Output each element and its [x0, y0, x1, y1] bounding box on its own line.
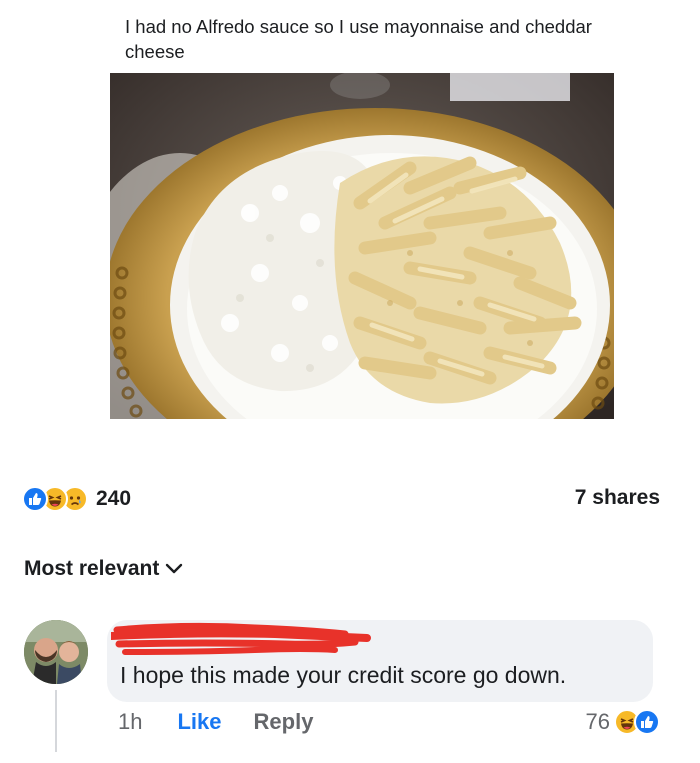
reactions-summary[interactable]: 240	[22, 484, 131, 514]
sort-label: Most relevant	[24, 557, 160, 580]
like-button[interactable]: Like	[177, 709, 221, 735]
post-photo[interactable]	[110, 73, 614, 419]
post-caption: I had no Alfredo sauce so I use mayonnai…	[125, 16, 592, 62]
comment-sort-dropdown[interactable]: Most relevant	[24, 557, 183, 581]
comment-bubble[interactable]: I hope this made your credit score go do…	[107, 620, 653, 702]
avatar[interactable]	[24, 620, 88, 684]
thread-line	[55, 690, 57, 752]
reply-button[interactable]: Reply	[254, 709, 314, 735]
reaction-count: 240	[96, 487, 132, 510]
chevron-down-icon	[166, 563, 183, 574]
share-count[interactable]: 7 shares	[575, 486, 660, 510]
comment-reactions[interactable]: 76	[586, 709, 660, 735]
comment-text: I hope this made your credit score go do…	[120, 662, 567, 688]
like-icon	[22, 486, 48, 512]
comment-author[interactable]	[111, 620, 371, 660]
comment-reaction-count: 76	[585, 709, 610, 734]
redaction-scribble	[111, 622, 371, 655]
like-icon	[634, 709, 660, 735]
comment-actions: 1h Like Reply	[118, 709, 313, 735]
comment-timestamp[interactable]: 1h	[118, 709, 142, 735]
